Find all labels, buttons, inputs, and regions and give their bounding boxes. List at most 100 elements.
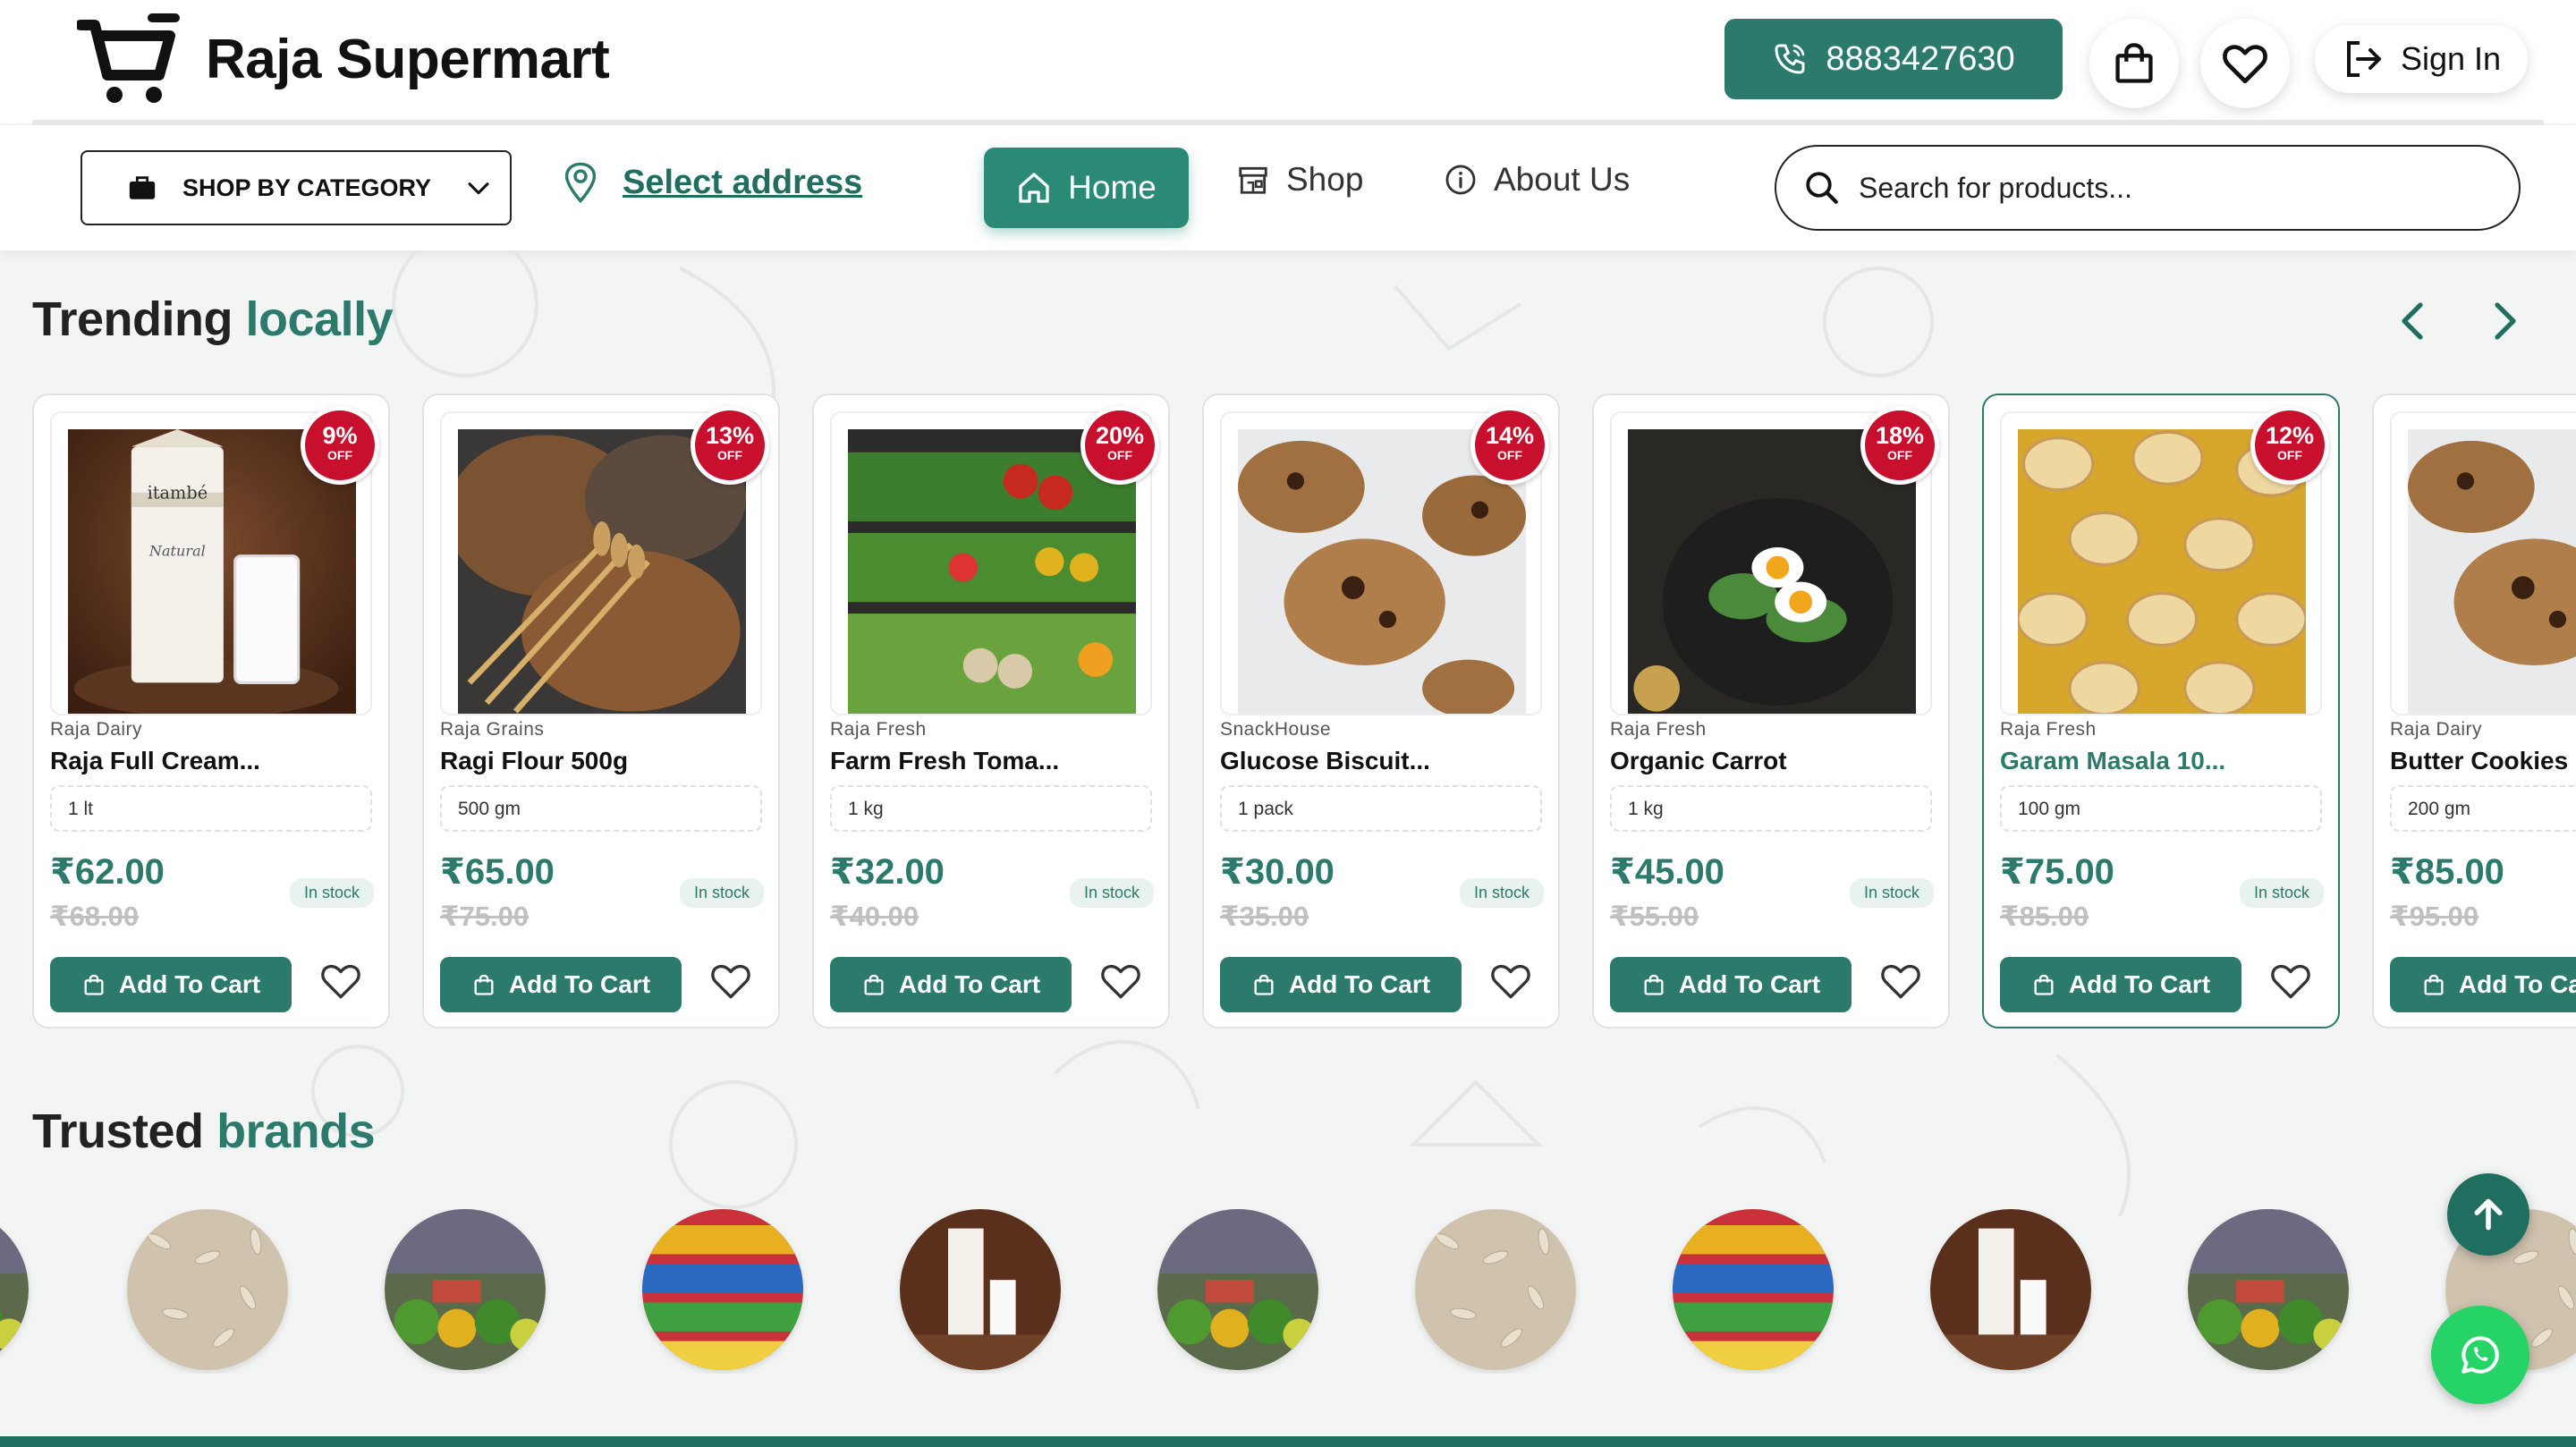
discount-percent: 13%: [705, 422, 755, 449]
wishlist-heart-icon[interactable]: [1098, 959, 1143, 1003]
discount-percent: 20%: [1095, 422, 1145, 449]
wishlist-heart-icon[interactable]: [318, 959, 363, 1003]
select-address-link[interactable]: Select address: [562, 161, 862, 204]
brands-title-main: Trusted: [32, 1104, 204, 1158]
carousel-next-arrow[interactable]: [2487, 299, 2522, 343]
add-to-cart-button[interactable]: Add To Cart: [2390, 957, 2576, 1012]
phone-icon: [1775, 44, 1805, 74]
stock-badge: In stock: [1849, 878, 1934, 908]
brand-logo[interactable]: [0, 1209, 29, 1370]
chevron-down-icon: [468, 182, 489, 195]
phone-button[interactable]: 8883427630: [1724, 19, 2063, 99]
discount-off-label: OFF: [1107, 448, 1132, 462]
brand-logo[interactable]: [1930, 1209, 2091, 1370]
arrow-up-icon: [2474, 1198, 2503, 1231]
trending-title: Trending locally: [32, 292, 394, 347]
brand-logo[interactable]: [127, 1209, 288, 1370]
category-label: SHOP BY CATEGORY: [182, 173, 432, 201]
heart-icon: [2223, 45, 2267, 84]
location-pin-icon: [564, 162, 597, 204]
carousel-prev-arrow[interactable]: [2395, 299, 2431, 343]
bag-icon: [474, 974, 494, 995]
product-card[interactable]: 14% OFF SnackHouse Glucose Biscuit... 1 …: [1202, 393, 1560, 1028]
discount-badge: 9% OFF: [301, 406, 379, 485]
brand-logo[interactable]: [385, 1209, 546, 1370]
brand-name: Raja Supermart: [206, 28, 610, 90]
wishlist-button[interactable]: [2200, 19, 2290, 108]
add-to-cart-button[interactable]: Add To Cart: [1220, 957, 1462, 1012]
wishlist-heart-icon[interactable]: [708, 959, 753, 1003]
bag-icon: [129, 176, 156, 199]
add-to-cart-label: Add To Cart: [118, 970, 261, 998]
product-price: ₹75.00: [2000, 852, 2114, 892]
product-mrp: ₹40.00: [830, 901, 919, 932]
address-label: Select address: [623, 163, 863, 201]
discount-badge: 12% OFF: [2250, 406, 2329, 485]
add-to-cart-label: Add To Cart: [1678, 970, 1821, 998]
wishlist-heart-icon[interactable]: [2268, 959, 2313, 1003]
bag-icon: [1644, 974, 1664, 995]
wishlist-heart-icon[interactable]: [1878, 959, 1923, 1003]
product-name[interactable]: Butter Cookies ...: [2390, 747, 2576, 775]
product-price: ₹62.00: [50, 852, 165, 892]
nav-about[interactable]: About Us: [1444, 161, 1630, 199]
product-card[interactable]: 13% OFF Raja Grains Ragi Flour 500g 500 …: [422, 393, 780, 1028]
discount-percent: 9%: [322, 422, 358, 449]
search-input[interactable]: [1859, 171, 2485, 205]
product-name[interactable]: Garam Masala 10...: [2000, 747, 2225, 775]
bag-icon: [1254, 974, 1274, 995]
add-to-cart-button[interactable]: Add To Cart: [1610, 957, 1852, 1012]
discount-off-label: OFF: [1887, 448, 1912, 462]
brand-logo[interactable]: [1673, 1209, 1834, 1370]
brand-logo[interactable]: [2188, 1209, 2349, 1370]
sign-in-button[interactable]: Sign In: [2315, 25, 2528, 93]
product-quantity: 1 kg: [1610, 785, 1932, 832]
product-mrp: ₹55.00: [1610, 901, 1699, 932]
product-name[interactable]: Organic Carrot: [1610, 747, 1787, 775]
product-brand: Raja Fresh: [1610, 719, 1707, 740]
product-image[interactable]: [2390, 411, 2576, 715]
brand-logo[interactable]: [900, 1209, 1061, 1370]
about-label: About Us: [1494, 161, 1631, 198]
product-name[interactable]: Ragi Flour 500g: [440, 747, 628, 775]
trending-title-accent: locally: [245, 292, 394, 346]
stock-badge: In stock: [289, 878, 374, 908]
product-card[interactable]: 20% OFF Raja Fresh Farm Fresh Toma... 1 …: [812, 393, 1170, 1028]
bag-icon: [2034, 974, 2054, 995]
phone-number: 8883427630: [1826, 39, 2015, 78]
wishlist-heart-icon[interactable]: [1488, 959, 1533, 1003]
add-to-cart-label: Add To Cart: [508, 970, 651, 998]
brand-logo[interactable]: [1415, 1209, 1576, 1370]
bag-icon: [864, 974, 884, 995]
add-to-cart-label: Add To Cart: [898, 970, 1041, 998]
product-price: ₹45.00: [1610, 852, 1724, 892]
add-to-cart-button[interactable]: Add To Cart: [440, 957, 682, 1012]
brand-logo[interactable]: [1157, 1209, 1318, 1370]
product-card[interactable]: 12% OFF Raja Fresh Garam Masala 10... 10…: [1982, 393, 2340, 1028]
home-icon: [1019, 173, 1049, 203]
product-brand: Raja Fresh: [2000, 719, 2097, 740]
product-name[interactable]: Glucose Biscuit...: [1220, 747, 1430, 775]
product-card[interactable]: Raja Dairy Butter Cookies ... 200 gm ₹85…: [2372, 393, 2576, 1028]
add-to-cart-button[interactable]: Add To Cart: [830, 957, 1072, 1012]
add-to-cart-button[interactable]: Add To Cart: [50, 957, 292, 1012]
product-card[interactable]: 18% OFF Raja Fresh Organic Carrot 1 kg ₹…: [1592, 393, 1950, 1028]
nav-shop[interactable]: Shop: [1236, 161, 1363, 199]
logo[interactable]: Raja Supermart: [77, 13, 610, 106]
sign-in-label: Sign In: [2400, 40, 2502, 77]
product-mrp: ₹75.00: [440, 901, 530, 932]
product-name[interactable]: Farm Fresh Toma...: [830, 747, 1059, 775]
search-bar[interactable]: [1775, 145, 2521, 231]
scroll-to-top-button[interactable]: [2447, 1173, 2529, 1256]
product-name[interactable]: Raja Full Cream...: [50, 747, 260, 775]
product-brand: Raja Grains: [440, 719, 545, 740]
nav-home[interactable]: Home: [984, 148, 1189, 228]
cart-button[interactable]: [2089, 19, 2179, 108]
whatsapp-button[interactable]: [2431, 1306, 2529, 1404]
product-quantity: 200 gm: [2390, 785, 2576, 832]
add-to-cart-button[interactable]: Add To Cart: [2000, 957, 2241, 1012]
discount-badge: 13% OFF: [691, 406, 769, 485]
shop-by-category-button[interactable]: SHOP BY CATEGORY: [80, 150, 512, 225]
brand-logo[interactable]: [642, 1209, 803, 1370]
product-card[interactable]: itambé Natural 9% OFF Raja Dairy Raja Fu…: [32, 393, 390, 1028]
